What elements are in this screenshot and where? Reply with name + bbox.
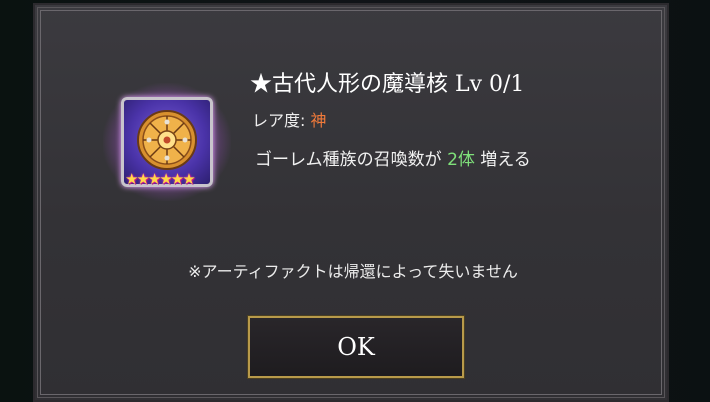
item-title: ★古代人形の魔導核 Lv 0/1 <box>250 72 525 97</box>
description-highlight: 2体 <box>447 150 475 170</box>
artifact-dialog: ★★★★★★ ★古代人形の魔導核 Lv 0/1 レア度: 神 ゴーレム種族の召喚… <box>33 3 669 402</box>
ok-button[interactable]: OK <box>247 315 465 379</box>
description-prefix: ゴーレム種族の召喚数が <box>255 150 448 170</box>
rarity-value: 神 <box>310 111 327 130</box>
star-rating: ★★★★★★ <box>125 170 196 188</box>
retention-note: ※アーティファクトは帰還によって失いません <box>188 262 518 281</box>
item-description: ゴーレム種族の召喚数が 2体 増える <box>255 148 531 172</box>
rarity-label: レア度: <box>252 111 311 130</box>
description-suffix: 増える <box>474 150 531 170</box>
artifact-core-icon <box>137 110 197 170</box>
rarity-line: レア度: 神 <box>252 110 327 132</box>
